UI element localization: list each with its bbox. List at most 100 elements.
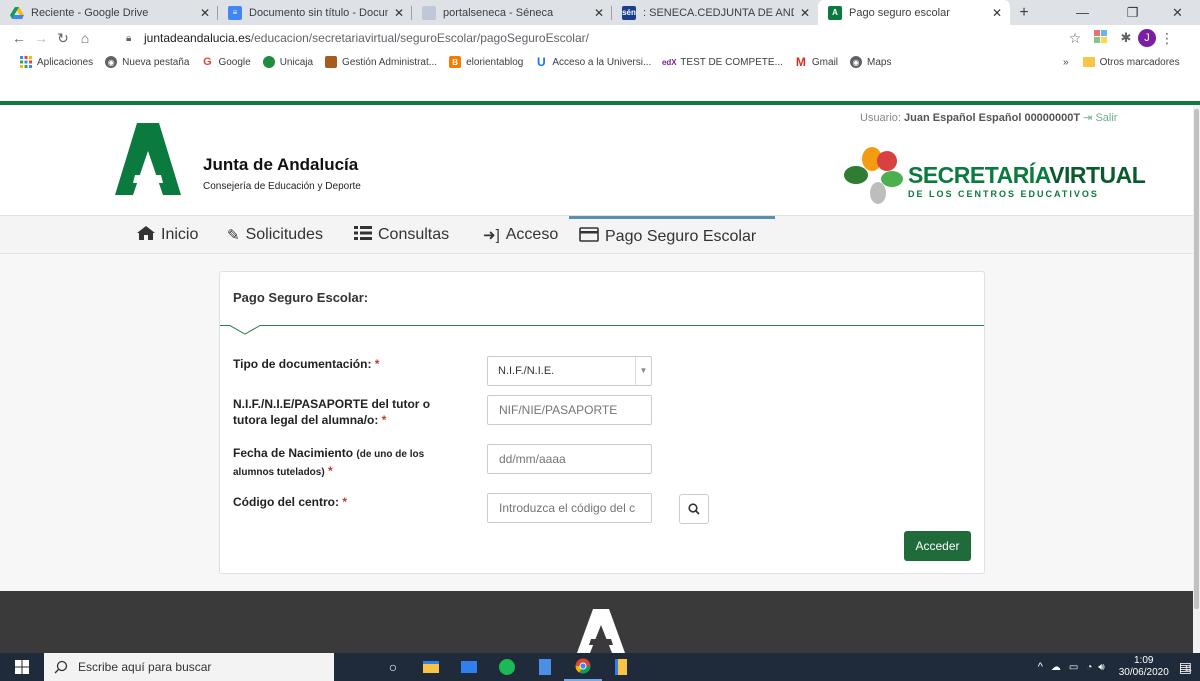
clock-date: 30/06/2020 — [1118, 667, 1169, 678]
bookmarks-overflow-button[interactable]: » — [1063, 57, 1069, 68]
avatar[interactable]: J — [1138, 29, 1156, 47]
chevron-down-icon: ▼ — [635, 357, 651, 385]
nav-pago-seguro-escolar[interactable]: Pago Seguro Escolar — [569, 216, 775, 254]
spotify-icon[interactable] — [488, 653, 526, 681]
back-icon[interactable]: ← — [8, 30, 30, 46]
start-button[interactable] — [0, 653, 44, 681]
page-content: Usuario: Juan Español Español 00000000T … — [0, 105, 1200, 653]
taskbar-search[interactable]: Escribe aquí para buscar — [44, 653, 334, 681]
bookmark-unicaja[interactable]: Unicaja — [262, 56, 313, 68]
task-view-icon[interactable]: ○ — [374, 653, 412, 681]
notification-icon[interactable]: ▤ 11 — [1179, 659, 1192, 676]
tab-portalseneca[interactable]: portalseneca - Séneca ✕ — [412, 0, 612, 25]
restore-button[interactable]: ❐ — [1110, 0, 1155, 25]
close-window-button[interactable]: ✕ — [1155, 0, 1200, 25]
nav-acceso[interactable]: ➜] Acceso — [483, 216, 558, 254]
bookmark-label: Maps — [867, 56, 892, 68]
tab-title: portalseneca - Séneca — [443, 6, 554, 19]
nif-input[interactable] — [487, 395, 652, 425]
cloud-icon[interactable]: ☁ — [1051, 662, 1061, 673]
pencil-icon: ✎ — [227, 227, 240, 244]
bookmark-label: Gmail — [811, 56, 839, 68]
tab-seneca[interactable]: sén : SENECA.CEDJUNTA DE AND/ ✕ — [612, 0, 818, 25]
bookmark-label: Acceso a la Universi... — [552, 56, 652, 68]
nav-inicio[interactable]: Inicio — [137, 216, 198, 254]
logout-link[interactable]: ⇥ Salir — [1083, 112, 1117, 124]
bookmark-label: Aplicaciones — [37, 56, 94, 68]
required-mark: * — [381, 413, 387, 427]
bookmark-maps[interactable]: ◉ Maps — [850, 56, 891, 68]
browser-tab-strip: Reciente - Google Drive ✕ ≡ Documento si… — [0, 0, 1200, 25]
file-explorer-icon[interactable] — [412, 653, 450, 681]
clock[interactable]: 1:09 30/06/2020 — [1119, 655, 1169, 679]
bookmark-elorientablog[interactable]: B elorientablog — [449, 56, 523, 68]
doc-type-select[interactable]: N.I.F./N.I.E. ▼ — [487, 356, 652, 386]
new-tab-button[interactable]: + — [1010, 0, 1038, 25]
forward-icon[interactable]: → — [30, 30, 52, 46]
bookmark-label: Nueva pestaña — [122, 56, 190, 68]
url-host: juntadeandalucia.es — [144, 31, 251, 45]
nav-label: Pago Seguro Escolar — [605, 227, 757, 245]
home-icon[interactable]: ⌂ — [74, 30, 96, 46]
close-icon[interactable]: ✕ — [594, 6, 604, 20]
home-icon — [137, 226, 155, 244]
search-centro-button[interactable] — [679, 494, 709, 524]
bookmark-google[interactable]: G Google — [201, 56, 251, 68]
bookmark-nueva-pestana[interactable]: ◉ Nueva pestaña — [105, 56, 189, 68]
junta-logo-icon — [577, 609, 625, 653]
required-mark: * — [328, 464, 333, 478]
document-app-icon[interactable] — [526, 653, 564, 681]
codigo-centro-input[interactable] — [487, 493, 652, 523]
nav-solicitudes[interactable]: ✎ Solicitudes — [227, 216, 323, 254]
address-bar[interactable]: 🔒︎ juntadeandalucia.es/educacion/secreta… — [126, 28, 1061, 48]
close-icon[interactable]: ✕ — [800, 6, 810, 20]
close-icon[interactable]: ✕ — [200, 6, 210, 20]
gestion-icon — [325, 56, 338, 68]
nav-consultas[interactable]: Consultas — [354, 216, 449, 254]
fecha-label: Fecha de Nacimiento (de uno de los alumn… — [233, 445, 424, 481]
bookmark-aplicaciones[interactable]: Aplicaciones — [20, 56, 93, 68]
chrome-icon[interactable] — [564, 653, 602, 681]
bookmark-acceso-universidad[interactable]: U Acceso a la Universi... — [535, 55, 652, 69]
notification-count: 11 — [1184, 665, 1193, 673]
fecha-input[interactable] — [487, 444, 652, 474]
star-icon[interactable]: ☆ — [1062, 30, 1088, 47]
reload-icon[interactable]: ↻ — [52, 30, 74, 47]
minimize-button[interactable]: — — [1060, 0, 1105, 25]
chevron-up-icon[interactable]: ^ — [1038, 661, 1043, 673]
universidad-icon: U — [537, 55, 546, 69]
secretaria-virtual-logo-icon — [844, 147, 903, 204]
bookmark-gmail[interactable]: M Gmail — [795, 55, 839, 69]
other-bookmarks[interactable]: Otros marcadores — [1100, 57, 1180, 68]
junta-icon: A — [828, 5, 842, 20]
unicaja-icon — [262, 56, 275, 68]
sticky-app-icon[interactable] — [602, 653, 640, 681]
puzzle-icon[interactable]: ✱ — [1114, 30, 1138, 46]
menu-icon[interactable]: ⋮ — [1156, 30, 1178, 47]
tab-title: Pago seguro escolar — [849, 6, 950, 19]
volume-icon[interactable]: 🔊︎ — [1098, 662, 1104, 673]
nif-label: N.I.F./N.I.E/PASAPORTE del tutor o tutor… — [233, 396, 430, 428]
site-header: Usuario: Juan Español Español 00000000T … — [0, 105, 1200, 215]
chevron-down-icon — [229, 325, 261, 335]
nif-label-line-2: tutora legal del alumna/o: — [233, 413, 379, 427]
tab-pago-seguro-escolar[interactable]: A Pago seguro escolar ✕ — [818, 0, 1010, 25]
doc-type-value: N.I.F./N.I.E. — [498, 365, 555, 377]
sv-title-a: SECRETARÍA — [908, 162, 1050, 188]
close-icon[interactable]: ✕ — [394, 6, 404, 20]
extension-icon[interactable] — [1088, 29, 1114, 47]
close-icon[interactable]: ✕ — [992, 6, 1002, 20]
blogger-icon: B — [449, 56, 462, 68]
bookmarks-bar: Aplicaciones ◉ Nueva pestaña G Google Un… — [0, 51, 1200, 73]
bookmark-gestion[interactable]: Gestión Administrat... — [325, 56, 437, 68]
tab-google-drive[interactable]: Reciente - Google Drive ✕ — [0, 0, 218, 25]
mail-icon[interactable] — [450, 653, 488, 681]
fecha-label-text: Fecha de Nacimiento — [233, 446, 354, 460]
wifi-icon[interactable]: ◔ — [1086, 662, 1092, 673]
tab-documento[interactable]: ≡ Documento sin título - Docum ✕ — [218, 0, 412, 25]
page-scrollbar[interactable] — [1193, 105, 1200, 653]
bookmark-test-competencias[interactable]: edX TEST DE COMPETE... — [662, 56, 783, 68]
acceder-button[interactable]: Acceder — [904, 531, 971, 561]
battery-icon[interactable]: ▭ — [1069, 662, 1078, 673]
user-name: Juan Español Español 00000000T — [904, 112, 1081, 124]
